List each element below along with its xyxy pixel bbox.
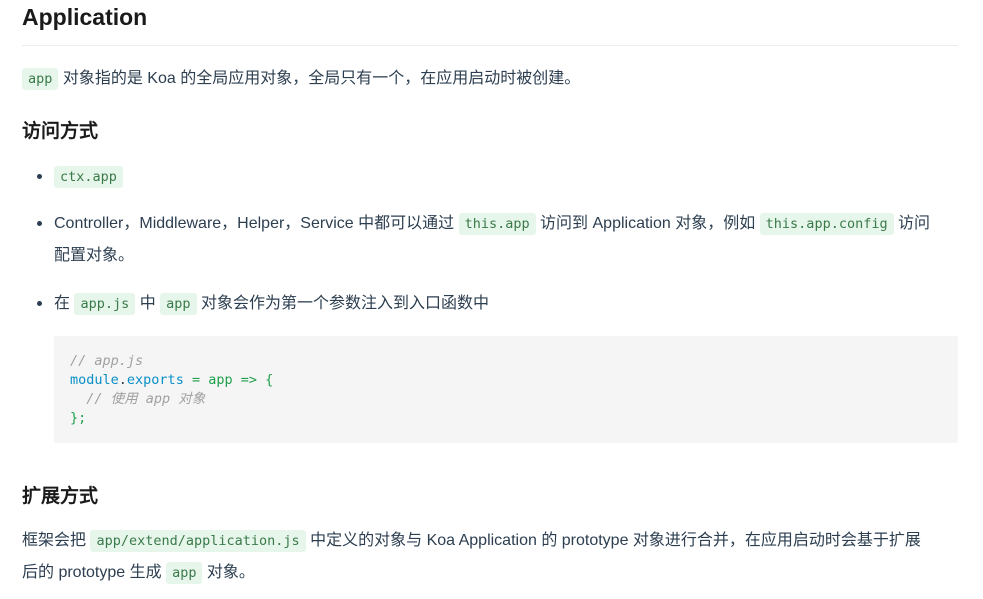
paragraph-text: 对象。 (206, 564, 255, 581)
bullet-icon (37, 174, 42, 179)
code-comment: // app.js (70, 353, 144, 369)
list-text: 对象会作为第一个参数注入到入口函数中 (201, 295, 490, 312)
inline-code: this.app.config (759, 213, 894, 235)
page-title: Application (22, 4, 148, 30)
code-comment: // 使用 app 对象 (70, 391, 206, 407)
list-item-content: ctx.app (54, 161, 123, 193)
intro-text: 对象指的是 Koa 的全局应用对象，全局只有一个，在应用启动时被创建。 (62, 70, 581, 87)
inline-code: app (22, 68, 59, 90)
paragraph-text: 后的 prototype 生成 (22, 564, 162, 581)
code-token: = app => { (183, 372, 274, 388)
list-text: 访问 (898, 215, 931, 232)
intro-paragraph: app 对象指的是 Koa 的全局应用对象，全局只有一个，在应用启动时被创建。 (22, 63, 580, 95)
list-item-content: Controller，Middleware，Helper，Service 中都可… (54, 208, 930, 240)
bullet-icon (37, 221, 42, 226)
list-item-content: 在 app.js 中 app 对象会作为第一个参数注入到入口函数中 (54, 288, 489, 320)
code-token: . (118, 372, 127, 388)
extend-paragraph-wrap: 后的 prototype 生成 app 对象。 (22, 557, 255, 589)
inline-code: app/extend/application.js (90, 530, 306, 552)
title-divider (22, 45, 958, 46)
inline-code: app (160, 293, 197, 315)
list-text: 访问到 Application 对象，例如 (540, 215, 756, 232)
code-token: }; (70, 410, 87, 426)
code-token: module (70, 372, 119, 388)
paragraph-text: 框架会把 (22, 532, 87, 549)
paragraph-text: 中定义的对象与 Koa Application 的 prototype 对象进行… (310, 532, 921, 549)
inline-code: app (166, 562, 203, 584)
list-text: 中 (139, 295, 156, 312)
section-heading-access: 访问方式 (22, 121, 99, 142)
inline-code: app.js (74, 293, 136, 315)
list-text: 配置对象。 (54, 247, 135, 264)
inline-code: ctx.app (54, 166, 123, 188)
list-text: 在 (54, 295, 71, 312)
code-block[interactable]: // app.js module.exports = app => { // 使… (54, 336, 958, 443)
code-content: // app.js module.exports = app => { // 使… (54, 336, 958, 444)
code-token: exports (126, 372, 184, 388)
bullet-icon (37, 301, 42, 306)
list-text: Controller，Middleware，Helper，Service 中都可… (54, 215, 455, 232)
extend-paragraph: 框架会把 app/extend/application.js 中定义的对象与 K… (22, 525, 921, 557)
inline-code: this.app (458, 213, 536, 235)
section-heading-extend: 扩展方式 (22, 486, 99, 507)
list-item-content-wrap: 配置对象。 (54, 240, 134, 272)
